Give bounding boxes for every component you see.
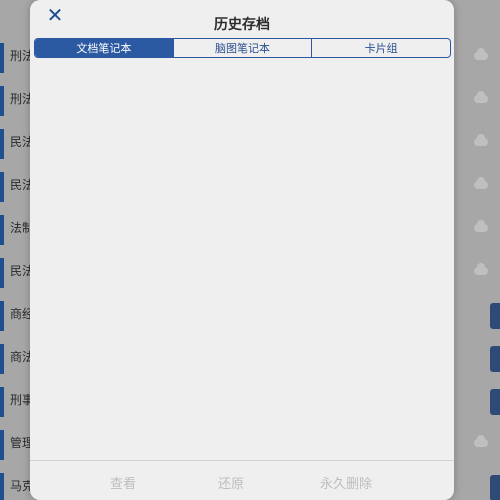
count-badge bbox=[490, 475, 500, 500]
note-icon bbox=[0, 43, 4, 73]
cloud-icon bbox=[474, 48, 488, 60]
note-icon bbox=[0, 473, 4, 500]
cloud-icon bbox=[474, 91, 488, 103]
tab-mindmap-notebook[interactable]: 脑图笔记本 bbox=[172, 39, 312, 57]
cloud-icon bbox=[474, 177, 488, 189]
cloud-icon bbox=[474, 263, 488, 275]
cloud-icon bbox=[474, 435, 488, 447]
modal-footer: 查看 还原 永久删除 bbox=[30, 460, 454, 500]
note-icon bbox=[0, 387, 4, 417]
count-badge bbox=[490, 303, 500, 329]
notebook-type-tabs: 文档笔记本 脑图笔记本 卡片组 bbox=[34, 38, 451, 58]
delete-permanently-button[interactable]: 永久删除 bbox=[320, 473, 372, 492]
modal-title: 历史存档 bbox=[214, 17, 270, 33]
cloud-icon bbox=[474, 220, 488, 232]
tab-card-deck[interactable]: 卡片组 bbox=[311, 39, 450, 57]
note-icon bbox=[0, 258, 4, 288]
cloud-icon bbox=[474, 134, 488, 146]
modal-header: ✕ 历史存档 bbox=[30, 0, 454, 40]
history-archive-modal: ✕ 历史存档 文档笔记本 脑图笔记本 卡片组 查看 还原 永久删除 bbox=[30, 0, 454, 500]
note-icon bbox=[0, 172, 4, 202]
note-icon bbox=[0, 430, 4, 460]
note-icon bbox=[0, 129, 4, 159]
restore-button[interactable]: 还原 bbox=[218, 473, 244, 492]
archive-list-area bbox=[30, 60, 454, 460]
note-icon bbox=[0, 301, 4, 331]
note-icon bbox=[0, 215, 4, 245]
count-badge bbox=[490, 389, 500, 415]
note-icon bbox=[0, 86, 4, 116]
view-button[interactable]: 查看 bbox=[110, 473, 136, 492]
tab-document-notebook[interactable]: 文档笔记本 bbox=[35, 39, 173, 57]
note-icon bbox=[0, 344, 4, 374]
count-badge bbox=[490, 346, 500, 372]
